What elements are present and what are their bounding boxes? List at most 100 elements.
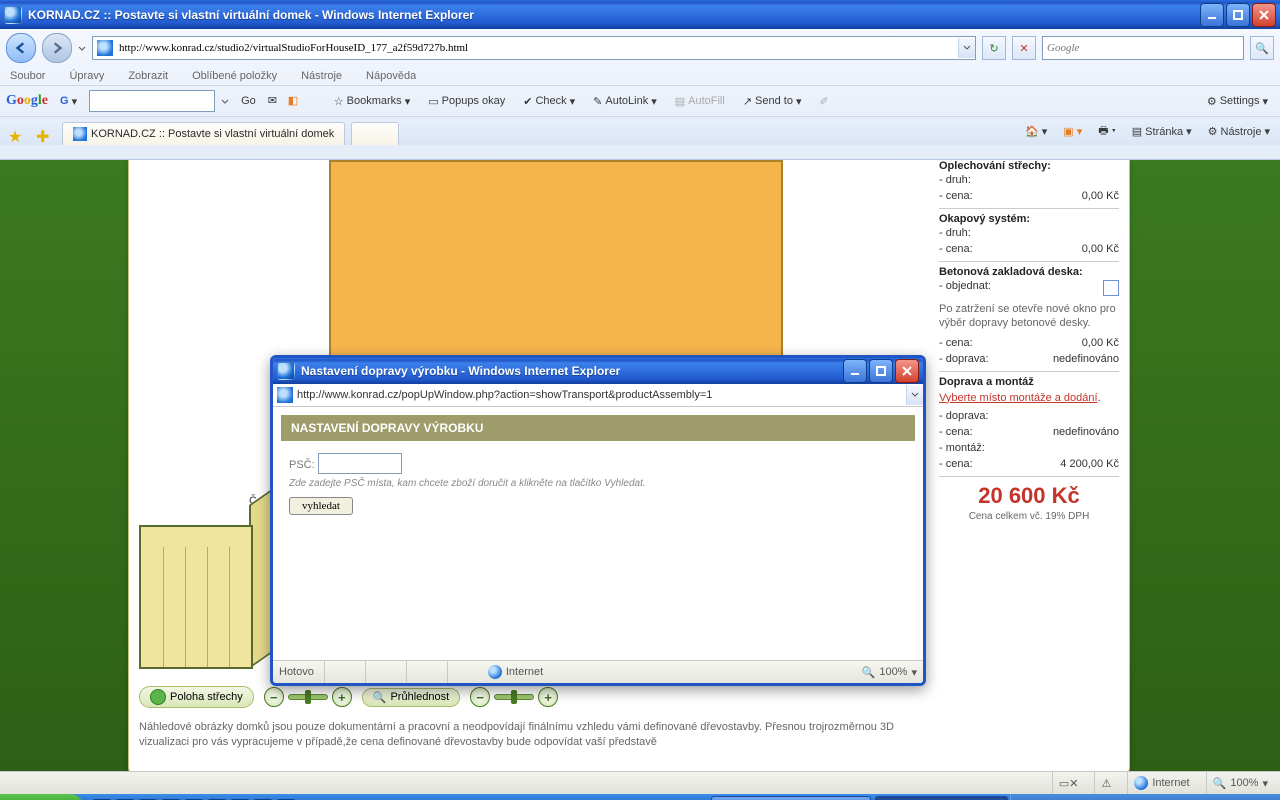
menu-file[interactable]: Soubor xyxy=(10,70,45,82)
s2-kind: - druh: xyxy=(939,227,971,239)
minimize-button[interactable] xyxy=(1200,3,1224,27)
blogger-icon[interactable]: ◧ xyxy=(288,94,302,108)
ie-icon xyxy=(277,362,295,380)
search-box[interactable] xyxy=(1042,36,1244,60)
google-search-input[interactable] xyxy=(89,90,215,112)
main-status-bar: ▭✕ ⚠ Internet 🔍 100% ▾ xyxy=(0,771,1280,794)
popup-close[interactable] xyxy=(895,359,919,383)
ie-icon xyxy=(4,6,22,24)
menu-view[interactable]: Zobrazit xyxy=(128,70,168,82)
tools-menu[interactable]: ⚙ Nástroje ▾ xyxy=(1204,123,1274,140)
forward-button[interactable] xyxy=(42,33,72,63)
address-bar[interactable] xyxy=(92,36,976,60)
popup-maximize[interactable] xyxy=(869,359,893,383)
maximize-button[interactable] xyxy=(1226,3,1250,27)
close-button[interactable] xyxy=(1252,3,1276,27)
feeds-button[interactable]: ▣ ▾ xyxy=(1059,123,1086,140)
menu-help[interactable]: Nápověda xyxy=(366,70,416,82)
s4-mont-label: - montáž: xyxy=(939,442,985,454)
tab-kornad[interactable]: KORNAD.CZ :: Postavte si vlastní virtuál… xyxy=(62,122,345,145)
sendto-button[interactable]: ↗ Send to▾ xyxy=(743,95,802,108)
window-title: KORNAD.CZ :: Postavte si vlastní virtuál… xyxy=(28,8,1198,22)
home-button[interactable]: 🏠 ▾ xyxy=(1021,123,1051,140)
url-dropdown[interactable] xyxy=(958,38,975,58)
highlight-icon[interactable]: ✐ xyxy=(820,95,829,108)
refresh-button[interactable]: ↻ xyxy=(982,36,1006,60)
popup-status-bar: Hotovo Internet 🔍 100% ▾ xyxy=(273,660,923,683)
popup-url: http://www.konrad.cz/popUpWindow.php?act… xyxy=(297,389,906,401)
tab-favicon xyxy=(73,127,87,141)
favorites-star-icon[interactable]: ★ xyxy=(8,127,26,145)
stop-button[interactable]: ✕ xyxy=(1012,36,1036,60)
roof-slider[interactable]: − + xyxy=(264,687,352,707)
roof-minus[interactable]: − xyxy=(264,687,284,707)
search-input[interactable] xyxy=(1043,42,1243,54)
popup-window: Nastavení dopravy výrobku - Windows Inte… xyxy=(270,355,926,686)
taskbar-task-word[interactable]: W NÁVOD VIRTUÁLNÍ - ... xyxy=(711,796,871,800)
transparency-button[interactable]: 🔍Průhlednost xyxy=(362,688,460,707)
bookmarks-button[interactable]: ☆ Bookmarks▾ xyxy=(334,95,410,108)
popup-url-dropdown[interactable] xyxy=(906,385,923,405)
nav-history-dropdown[interactable] xyxy=(78,44,86,52)
s2-price-label: - cena: xyxy=(939,243,973,255)
psc-label: PSČ: xyxy=(289,459,315,471)
roof-position-button[interactable]: Poloha střechy xyxy=(139,686,254,708)
print-button[interactable]: 🖶 ▾ xyxy=(1094,120,1120,143)
s3-price-value: 0,00 Kč xyxy=(1082,337,1119,349)
tab-strip: ★ ✚ KORNAD.CZ :: Postavte si vlastní vir… xyxy=(0,116,1280,145)
url-input[interactable] xyxy=(117,37,958,59)
popup-zoom[interactable]: 🔍 100% ▾ xyxy=(862,666,917,679)
s4-mont-price-value: 4 200,00 Kč xyxy=(1060,458,1119,470)
autolink-button[interactable]: ✎ AutoLink ▾ xyxy=(593,95,657,108)
s4-ship-label: - doprava: xyxy=(939,410,989,422)
menu-tools[interactable]: Nástroje xyxy=(301,70,342,82)
add-favorite-icon[interactable]: ✚ xyxy=(36,127,54,145)
popup-titlebar: Nastavení dopravy výrobku - Windows Inte… xyxy=(273,358,923,384)
back-button[interactable] xyxy=(6,33,36,63)
globe-icon xyxy=(1134,776,1148,790)
search-button[interactable]: vyhledat xyxy=(289,497,353,515)
controls-row: Poloha střechy − + 🔍Průhlednost − + xyxy=(139,685,929,709)
start-button[interactable]: Start xyxy=(0,794,84,800)
roof-plus[interactable]: + xyxy=(332,687,352,707)
system-tray: CS nero 20:50 xyxy=(1010,794,1280,800)
popup-address-bar[interactable]: http://www.konrad.cz/popUpWindow.php?act… xyxy=(273,384,923,407)
order-checkbox[interactable] xyxy=(1103,280,1119,296)
command-bar: 🏠 ▾ ▣ ▾ 🖶 ▾ ▤ Stránka ▾ ⚙ Nástroje ▾ xyxy=(1021,120,1274,145)
menu-edit[interactable]: Úpravy xyxy=(69,70,104,82)
google-search-dropdown[interactable] xyxy=(221,97,229,105)
popup-status-text: Hotovo xyxy=(279,666,314,678)
trans-minus[interactable]: − xyxy=(470,687,490,707)
s3-hint: Po zatržení se otevře nové okno pro výbě… xyxy=(939,298,1119,335)
gmail-icon[interactable]: ✉ xyxy=(268,94,282,108)
taskbar-task-ie[interactable]: 2 Internet Explorer xyxy=(875,796,1008,800)
s2-title: Okapový systém: xyxy=(939,213,1030,225)
pick-location-link[interactable]: Vyberte místo montáže a dodání xyxy=(939,392,1098,404)
popup-title: Nastavení dopravy výrobku - Windows Inte… xyxy=(301,364,841,378)
popup-minimize[interactable] xyxy=(843,359,867,383)
s3-order-label: - objednat: xyxy=(939,280,991,296)
tab-title: KORNAD.CZ :: Postavte si vlastní virtuál… xyxy=(91,128,334,140)
google-logo: Google xyxy=(6,93,48,109)
nav-bar: ↻ ✕ 🔍 xyxy=(0,29,1280,67)
transparency-slider[interactable]: − + xyxy=(470,687,558,707)
s3-title: Betonová zakladová deska: xyxy=(939,266,1083,278)
page-menu[interactable]: ▤ Stránka ▾ xyxy=(1128,123,1196,140)
check-button[interactable]: ✔ Check ▾ xyxy=(523,95,575,108)
psc-input[interactable] xyxy=(318,453,402,474)
menu-favorites[interactable]: Oblíbené položky xyxy=(192,70,277,82)
new-tab-button[interactable] xyxy=(351,122,399,145)
psc-hint: Zde zadejte PSČ místa, kam chcete zboží … xyxy=(289,474,907,493)
status-popup-blocked[interactable]: ▭✕ xyxy=(1052,772,1085,794)
settings-button[interactable]: ⚙ Settings▾ xyxy=(1207,95,1268,108)
popup-heading: NASTAVENÍ DOPRAVY VÝROBKU xyxy=(281,415,915,441)
popups-button[interactable]: ▭ Popups okay xyxy=(428,95,505,108)
house-preview xyxy=(329,160,783,364)
google-go[interactable]: Go xyxy=(241,95,256,107)
status-zoom[interactable]: 🔍 100% ▾ xyxy=(1206,772,1274,794)
menu-bar: Soubor Úpravy Zobrazit Oblíbené položky … xyxy=(0,67,1280,85)
search-button[interactable]: 🔍 xyxy=(1250,36,1274,60)
status-phishing[interactable]: ⚠ xyxy=(1094,772,1117,794)
trans-plus[interactable]: + xyxy=(538,687,558,707)
autofill-button[interactable]: ▤ AutoFill xyxy=(675,95,725,108)
